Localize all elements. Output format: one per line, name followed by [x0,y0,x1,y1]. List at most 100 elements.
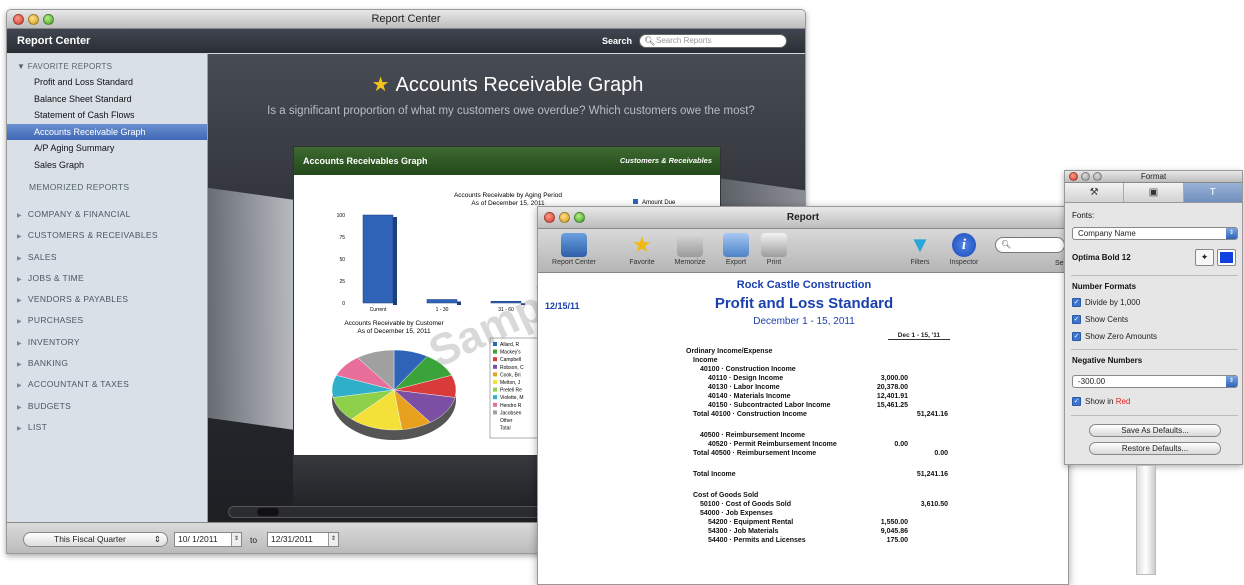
sidebar-group[interactable]: ▶ VENDORS & PAYABLES [7,289,207,310]
report-line-label[interactable]: 54200 · Equipment Rental [708,518,793,527]
report-line-label[interactable]: 40110 · Design Income [708,374,783,383]
report-line-value[interactable]: 12,401.91 [848,392,908,401]
divide-checkbox[interactable]: ✓ Divide by 1,000 [1072,298,1140,308]
sidebar-group-label: VENDORS & PAYABLES [27,294,129,305]
sidebar-item-profit-loss[interactable]: Profit and Loss Standard [7,74,207,91]
window-title: Report Center [371,13,441,25]
report-line-value[interactable]: 0.00 [848,440,908,449]
sidebar-group[interactable]: ▶ ACCOUNTANT & TAXES [7,374,207,395]
document-icon: ▣ [1148,187,1159,198]
restore-defaults-button[interactable]: Restore Defaults... [1089,442,1221,455]
from-date-field[interactable]: 10/ 1/2011 ⇕ [174,532,242,547]
report-line-value[interactable]: 175.00 [848,536,908,545]
disclosure-triangle-icon[interactable]: ▶ [17,383,22,389]
report-line-label[interactable]: Total Income [693,470,736,479]
sidebar-group[interactable]: ▶ JOBS & TIME [7,268,207,289]
close-button[interactable] [13,14,24,25]
sidebar-group[interactable]: ▶ BANKING [7,353,207,374]
report-line-label[interactable]: 54300 · Job Materials [708,527,778,536]
sidebar-item-cash-flows[interactable]: Statement of Cash Flows [7,107,207,124]
close-button[interactable] [1069,172,1078,181]
report-line-value[interactable]: 20,378.00 [848,383,908,392]
report-line-value[interactable]: 3,610.50 [888,500,948,509]
report-line-label[interactable]: 54400 · Permits and Licenses [708,536,806,545]
sidebar-item-sales-graph[interactable]: Sales Graph [7,157,207,174]
scrollbar-knob[interactable] [257,508,279,516]
to-date-field[interactable]: 12/31/2011 ⇕ [267,532,339,547]
disclosure-triangle-icon[interactable]: ▶ [17,341,22,347]
disclosure-triangle-icon[interactable]: ▶ [17,319,22,325]
report-line-value[interactable]: 51,241.16 [888,410,948,419]
disclosure-triangle-icon[interactable]: ▶ [17,426,22,432]
report-line-value[interactable]: 51,241.16 [888,470,948,479]
minimize-button[interactable] [1081,172,1090,181]
cents-checkbox[interactable]: ✓ Show Cents [1072,315,1128,325]
period-select[interactable]: This Fiscal Quarter ⇕ [23,532,168,547]
report-line-value[interactable]: 9,045.86 [848,527,908,536]
report-line-label[interactable]: 40100 · Construction Income [700,365,796,374]
report-line-label[interactable]: 50100 · Cost of Goods Sold [700,500,791,509]
tab-document[interactable]: ▣ [1124,183,1184,202]
report-line-value[interactable]: 0.00 [888,449,948,458]
report-line-label[interactable]: 40130 · Labor Income [708,383,780,392]
color-well[interactable] [1217,249,1236,266]
report-line-label[interactable]: Ordinary Income/Expense [686,347,772,356]
report-line-label[interactable]: Cost of Goods Sold [693,491,758,500]
disclosure-triangle-icon[interactable]: ▶ [17,234,22,240]
sidebar-item-ap-aging[interactable]: A/P Aging Summary [7,140,207,157]
minimize-button[interactable] [28,14,39,25]
font-target-select[interactable]: Company Name ⇕ [1072,227,1238,240]
sidebar-group-label: SALES [27,251,57,262]
report-line-value[interactable]: 3,000.00 [848,374,908,383]
sidebar-item-ar-graph[interactable]: Accounts Receivable Graph [7,123,207,140]
report-line-label[interactable]: 40520 · Permit Reimbursement Income [708,440,837,449]
sidebar-group[interactable]: ▶ BUDGETS [7,396,207,417]
sidebar: ▼ FAVORITE REPORTS Profit and Loss Stand… [7,54,208,522]
disclosure-triangle-icon[interactable]: ▶ [17,405,22,411]
disclosure-triangle-icon[interactable]: ▶ [17,256,22,262]
report-line-label[interactable]: 40500 · Reimbursement Income [700,431,805,440]
search-input[interactable]: 🔍︎ Search Reports [639,34,787,48]
pie-chart-title: Accounts Receivable by Customer [344,320,444,327]
report-line-value[interactable]: 1,550.00 [848,518,908,527]
disclosure-triangle-icon[interactable]: ▶ [17,298,22,304]
y-tick-label: 50 [339,257,345,263]
zero-amounts-checkbox[interactable]: ✓ Show Zero Amounts [1072,332,1157,342]
show-in-red-checkbox[interactable]: ✓ Show in Red [1072,397,1130,407]
date-stepper[interactable]: ⇕ [231,533,241,546]
sidebar-group[interactable]: ▶ CUSTOMERS & RECEIVABLES [7,225,207,246]
sidebar-group[interactable]: ▶ COMPANY & FINANCIAL [7,204,207,225]
sidebar-group[interactable]: ▶ PURCHASES [7,310,207,331]
report-line-label[interactable]: 54000 · Job Expenses [700,509,773,518]
negative-format-select[interactable]: -300.00 ⇕ [1072,375,1238,388]
zoom-button[interactable] [1093,172,1102,181]
tab-tools[interactable]: ⚒ [1065,183,1125,202]
font-picker-button[interactable]: ✦ [1195,249,1214,266]
sidebar-group[interactable]: ▶ INVENTORY [7,332,207,353]
fonts-label: Fonts: [1072,211,1095,220]
report-line-label[interactable]: Total 40500 · Reimbursement Income [693,449,816,458]
legend-label: Total [500,426,511,432]
zoom-button[interactable] [43,14,54,25]
palette-scrollbar[interactable] [1136,465,1156,575]
disclosure-triangle-icon[interactable]: ▶ [17,213,22,219]
sidebar-group[interactable]: ▶ LIST [7,417,207,438]
report-line-label[interactable]: Income [693,356,718,365]
report-line-label[interactable]: 40140 · Materials Income [708,392,791,401]
disclosure-triangle-icon[interactable]: ▼ [17,62,25,71]
report-line-label[interactable]: 40150 · Subcontracted Labor Income [708,401,831,410]
sidebar-group-label: INVENTORY [27,336,80,347]
background-page [208,187,296,431]
disclosure-triangle-icon[interactable]: ▶ [17,362,22,368]
report-line-value[interactable]: 15,461.25 [848,401,908,410]
sidebar-item-balance-sheet[interactable]: Balance Sheet Standard [7,91,207,108]
tab-text-format[interactable]: T [1183,183,1242,202]
legend-swatch [493,372,497,377]
sidebar-group[interactable]: ▶ SALES [7,247,207,268]
disclosure-triangle-icon[interactable]: ▶ [17,277,22,283]
memorized-header[interactable]: MEMORIZED REPORTS [7,180,207,194]
favorites-header[interactable]: ▼ FAVORITE REPORTS [7,60,207,74]
report-line-label[interactable]: Total 40100 · Construction Income [693,410,807,419]
date-stepper[interactable]: ⇕ [328,533,338,546]
save-defaults-button[interactable]: Save As Defaults... [1089,424,1221,437]
